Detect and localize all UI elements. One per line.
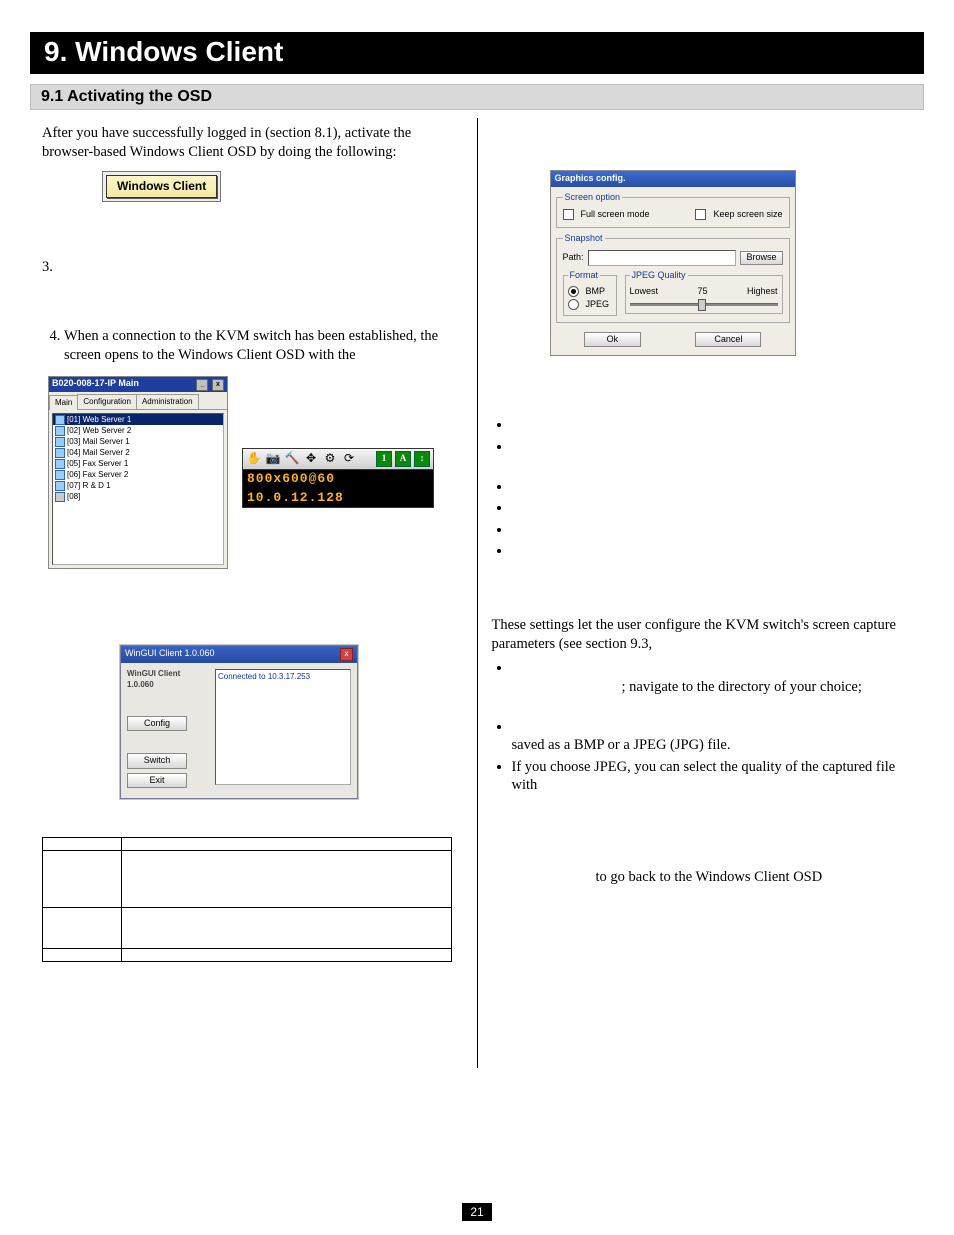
list-item[interactable]: [07] R & D 1: [53, 480, 223, 491]
column-divider: [477, 118, 478, 1068]
ok-button[interactable]: Ok: [584, 332, 642, 348]
indicator-a: A: [395, 451, 411, 467]
close-icon[interactable]: x: [212, 379, 224, 391]
table-row: [43, 838, 452, 851]
fullscreen-label: Full screen mode: [581, 209, 650, 221]
go-back-text: to go back to the Windows Client OSD: [596, 868, 913, 887]
winclient-logo: WinGUI Client 1.0.060: [127, 669, 209, 689]
status-log: Connected to 10.3.17.253: [215, 669, 351, 785]
list-item[interactable]: [04] Mail Server 2: [53, 447, 223, 458]
bullet: [512, 416, 913, 435]
hand-icon[interactable]: ✋: [246, 451, 262, 467]
list-item[interactable]: [01] Web Server 1: [53, 414, 223, 425]
path-label: Path:: [563, 252, 584, 264]
control-toolbar: ✋ 📷 🔨 ✥ ⚙ ⟳ 1 A ↕ 800x600@60 10.0.12.128: [242, 448, 434, 508]
list-item[interactable]: [03] Mail Server 1: [53, 436, 223, 447]
bmp-radio[interactable]: [568, 286, 579, 297]
screen-option-group: Screen option Full screen mode Keep scre…: [556, 192, 790, 228]
fullscreen-checkbox[interactable]: [563, 209, 574, 220]
snapshot-group: Snapshot Path: Browse Format BMP JPEG: [556, 233, 790, 323]
bullet: [512, 438, 913, 475]
bullet: [512, 478, 913, 497]
windows-client-button-figure: Windows Client: [102, 171, 221, 202]
bullet: ; navigate to the directory of your choi…: [512, 659, 913, 715]
config-button[interactable]: Config: [127, 716, 187, 732]
list-item[interactable]: [08]: [53, 491, 223, 502]
tab-main[interactable]: Main: [49, 395, 78, 410]
cancel-button[interactable]: Cancel: [695, 332, 761, 348]
bullet: [512, 521, 913, 540]
jpeg-radio[interactable]: [568, 299, 579, 310]
keepsize-label: Keep screen size: [713, 209, 782, 221]
refresh-icon[interactable]: ⟳: [341, 451, 357, 467]
keepsize-checkbox[interactable]: [695, 209, 706, 220]
gear-icon[interactable]: ⚙: [322, 451, 338, 467]
osd-window: B020-008-17-IP Main _ x Main Configurati…: [48, 376, 228, 569]
bullet: [512, 542, 913, 561]
exit-button[interactable]: Exit: [127, 773, 187, 789]
winclient-dialog: WinGUI Client 1.0.060 x WinGUI Client 1.…: [120, 645, 358, 799]
description-table: [42, 837, 452, 962]
minimize-icon[interactable]: _: [196, 379, 208, 391]
switch-button[interactable]: Switch: [127, 753, 187, 769]
winclient-title: WinGUI Client 1.0.060: [125, 648, 215, 661]
step-4: When a connection to the KVM switch has …: [64, 327, 463, 364]
section-title: 9.1 Activating the OSD: [30, 84, 924, 110]
right-column: Graphics config. Screen option Full scre…: [480, 118, 925, 1068]
chapter-title: 9. Windows Client: [30, 32, 924, 74]
list-item[interactable]: [02] Web Server 2: [53, 425, 223, 436]
hammer-icon[interactable]: 🔨: [284, 451, 300, 467]
list-item[interactable]: [06] Fax Server 2: [53, 469, 223, 480]
snapshot-intro: These settings let the user configure th…: [492, 616, 913, 653]
windows-client-button[interactable]: Windows Client: [106, 175, 217, 198]
camera-icon[interactable]: 📷: [265, 451, 281, 467]
bullet: saved as a BMP or a JPEG (JPG) file.: [512, 718, 913, 755]
page-number: 21: [0, 1203, 954, 1221]
quality-slider[interactable]: [630, 299, 778, 309]
indicator-arrow: ↕: [414, 451, 430, 467]
ip-readout: 10.0.12.128: [242, 489, 434, 509]
tab-administration[interactable]: Administration: [136, 394, 199, 409]
step-3: 3.: [42, 258, 463, 277]
list-item[interactable]: [05] Fax Server 1: [53, 458, 223, 469]
table-row: [43, 949, 452, 962]
bullet: [512, 499, 913, 518]
path-input[interactable]: [588, 250, 737, 266]
osd-title-text: B020-008-17-IP Main: [52, 378, 139, 391]
left-column: After you have successfully logged in (s…: [30, 118, 475, 1068]
browse-button[interactable]: Browse: [740, 251, 782, 265]
bullet: If you choose JPEG, you can select the q…: [512, 758, 913, 795]
close-icon[interactable]: x: [340, 648, 353, 661]
graphics-config-dialog: Graphics config. Screen option Full scre…: [550, 170, 796, 356]
resolution-readout: 800x600@60: [242, 470, 434, 489]
graphics-config-title: Graphics config.: [551, 171, 795, 187]
osd-tree[interactable]: [01] Web Server 1 [02] Web Server 2 [03]…: [52, 413, 224, 565]
indicator-1: 1: [376, 451, 392, 467]
intro-text: After you have successfully logged in (s…: [42, 124, 463, 161]
target-icon[interactable]: ✥: [303, 451, 319, 467]
table-row: [43, 908, 452, 949]
tab-configuration[interactable]: Configuration: [77, 394, 137, 409]
osd-titlebar: B020-008-17-IP Main _ x: [49, 377, 227, 392]
table-row: [43, 851, 452, 908]
